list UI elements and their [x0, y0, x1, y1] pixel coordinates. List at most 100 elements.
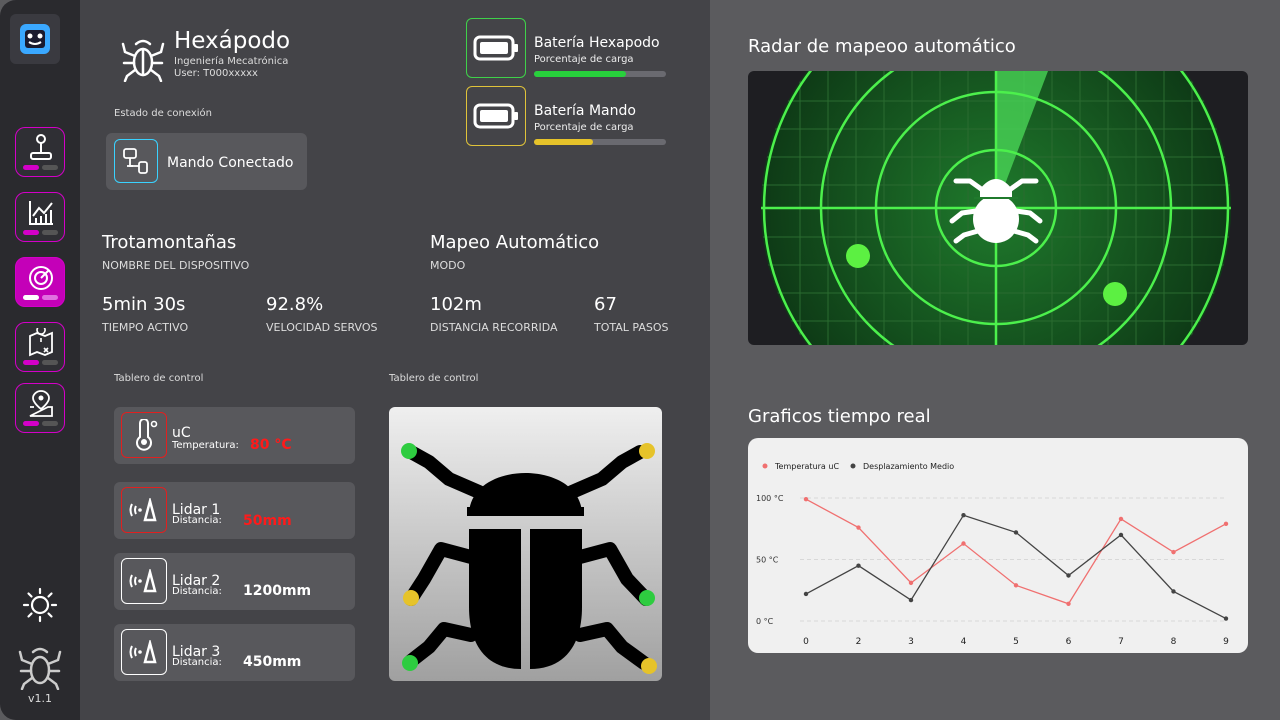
sensor-key: Distancia:: [172, 586, 222, 597]
nav-joystick-button[interactable]: [15, 127, 65, 177]
lidar-icon: [121, 487, 167, 533]
legend-label: Temperatura uC: [774, 462, 839, 471]
app-version: v1.1: [27, 692, 52, 705]
connection-label: Estado de conexión: [114, 108, 212, 119]
sidebar: v1.1: [0, 0, 80, 720]
lidar-icon: [121, 629, 167, 675]
nav-map-pin-button[interactable]: [15, 322, 65, 372]
nav-radar-button[interactable]: [15, 257, 65, 307]
y-tick-label: 0 °C: [756, 617, 774, 626]
sensor-card-lidar-2[interactable]: Lidar 2 Distancia: 1200mm: [114, 553, 355, 610]
y-tick-label: 100 °C: [756, 494, 784, 503]
data-point: [803, 591, 809, 597]
x-tick-label: 4: [961, 637, 967, 647]
app-subtitle: Ingeniería Mecatrónica: [174, 56, 289, 67]
radar-display: [761, 71, 1231, 345]
data-point: [1118, 532, 1124, 538]
sensor-key: Distancia:: [172, 515, 222, 526]
sensor-key: Distancia:: [172, 657, 222, 668]
stat-distance: 102m: [430, 294, 482, 315]
stat-servo-speed: 92.8%: [266, 294, 324, 315]
robot-face-logo[interactable]: [10, 14, 60, 64]
data-point: [1066, 601, 1071, 606]
leg-status-dot: [641, 658, 657, 674]
data-point: [1066, 573, 1071, 578]
radar-object-dot: [1103, 282, 1127, 306]
x-tick-label: 5: [1013, 637, 1019, 647]
battery-hexapod-level: [534, 71, 626, 77]
legend-marker: [850, 463, 856, 469]
radar-panel: [748, 71, 1248, 345]
stat-active-time-label: TIEMPO ACTIVO: [102, 321, 189, 334]
joystick-icon: [30, 134, 52, 160]
chart-title: Graficos tiempo real: [748, 406, 931, 427]
data-point: [1171, 549, 1176, 555]
leg-status-dot: [401, 443, 417, 459]
device-name: Trotamontañas: [102, 232, 237, 253]
data-point: [856, 563, 861, 568]
x-tick-label: 6: [1066, 637, 1072, 647]
data-point: [1013, 583, 1019, 588]
controller-link-icon: [114, 139, 158, 183]
hexapod-logo-icon: [121, 39, 165, 82]
connection-status: Mando Conectado: [167, 155, 294, 171]
battery-hexapod-card: [466, 18, 526, 78]
robot-face-icon: [20, 24, 50, 54]
battery-icon: [473, 35, 518, 61]
data-point: [856, 525, 861, 530]
sensor-value: 450mm: [243, 654, 302, 670]
data-point: [961, 513, 966, 518]
map-route-icon: [29, 390, 53, 417]
sensor-card-lidar-3[interactable]: Lidar 3 Distancia: 450mm: [114, 624, 355, 681]
leg-status-dot: [639, 443, 655, 459]
x-tick-label: 2: [856, 637, 862, 647]
thermometer-icon: [121, 412, 167, 458]
x-tick-label: 3: [908, 637, 914, 647]
realtime-line-chart: 100 °C 50 °C 0 °C 0 2 3 4 5 6 7 8 9 Temperatura uC De…: [756, 462, 1229, 647]
data-point: [1223, 616, 1229, 621]
radar-object-dot: [846, 244, 870, 268]
theme-toggle-icon[interactable]: [22, 587, 58, 623]
data-point: [1118, 516, 1124, 522]
sensor-card-lidar-1[interactable]: Lidar 1 Distancia: 50mm: [114, 482, 355, 539]
device-mode-label: MODO: [430, 259, 466, 272]
nav-charts-button[interactable]: [15, 192, 65, 242]
app-title: Hexápodo: [174, 28, 291, 54]
battery-controller-subtitle: Porcentaje de carga: [534, 122, 634, 133]
radar-icon: [29, 266, 53, 290]
leg-status-dot: [639, 590, 655, 606]
user-id: User: T000xxxxx: [174, 68, 258, 79]
battery-controller-card: [466, 86, 526, 146]
stat-active-time: 5min 30s: [102, 294, 186, 315]
stat-distance-label: DISTANCIA RECORRIDA: [430, 321, 558, 334]
sensor-card-temperature[interactable]: uC Temperatura: 80 °C: [114, 407, 355, 464]
data-point: [1013, 530, 1019, 535]
realtime-chart-card: 100 °C 50 °C 0 °C 0 2 3 4 5 6 7 8 9 Temperatura uC De…: [748, 438, 1248, 653]
data-point: [908, 580, 914, 586]
data-point: [803, 497, 809, 502]
data-point: [1223, 521, 1229, 527]
data-point: [1171, 589, 1176, 594]
series-line-0: [805, 498, 1227, 605]
control-panel-label: Tablero de control: [114, 373, 204, 384]
nav-map-route-button[interactable]: [15, 383, 65, 433]
legend-label: Desplazamiento Medio: [863, 462, 954, 471]
data-point: [961, 541, 966, 546]
radar-title: Radar de mapeoo automático: [748, 36, 1016, 57]
sensor-name: uC: [172, 425, 191, 441]
sensor-key: Temperatura:: [172, 440, 239, 451]
x-tick-label: 9: [1223, 637, 1229, 647]
x-tick-label: 7: [1118, 637, 1124, 647]
x-tick-label: 0: [803, 637, 809, 647]
connection-card[interactable]: Mando Conectado: [106, 133, 307, 190]
data-point: [908, 597, 914, 603]
leg-status-dot: [403, 590, 419, 606]
sensor-value: 1200mm: [243, 583, 312, 599]
battery-controller-title: Batería Mando: [534, 103, 636, 119]
legend-marker: [762, 463, 768, 469]
y-tick-label: 50 °C: [756, 556, 779, 565]
battery-icon: [473, 103, 518, 129]
hexapod-bug-icon: [18, 647, 62, 690]
stat-servo-speed-label: VELOCIDAD SERVOS: [266, 321, 378, 334]
battery-controller-level: [534, 139, 593, 145]
